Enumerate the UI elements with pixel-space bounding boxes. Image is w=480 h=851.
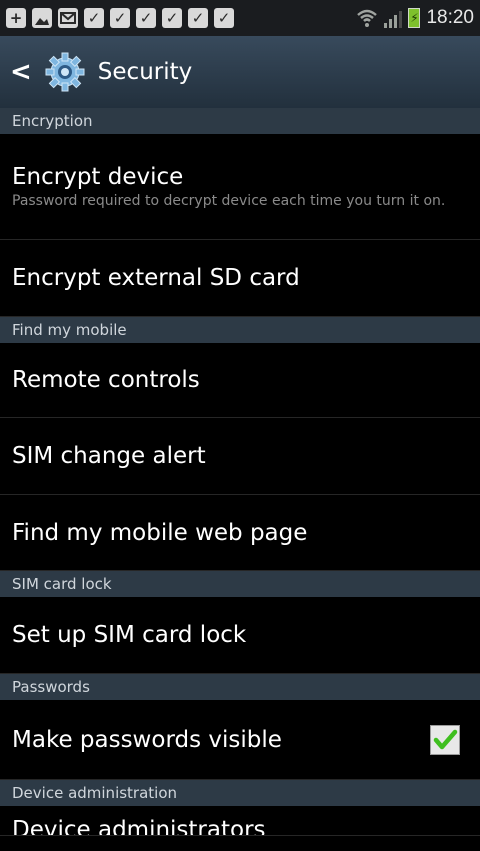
- encrypt-device-summary: Password required to decrypt device each…: [12, 192, 446, 209]
- check-icon: ✓: [214, 8, 234, 28]
- mail-icon: [58, 8, 78, 28]
- remote-controls-item[interactable]: Remote controls: [0, 343, 480, 418]
- sim-change-alert-item[interactable]: SIM change alert: [0, 418, 480, 495]
- gear-icon[interactable]: [44, 51, 86, 93]
- encrypt-device-item[interactable]: Encrypt device Password required to decr…: [0, 134, 480, 240]
- check-icon: ✓: [162, 8, 182, 28]
- section-device-administration: Device administration: [0, 780, 480, 806]
- encrypt-sd-card-label: Encrypt external SD card: [12, 265, 300, 291]
- encrypt-device-label: Encrypt device: [12, 163, 184, 190]
- section-encryption: Encryption: [0, 108, 480, 134]
- remote-controls-label: Remote controls: [12, 367, 200, 393]
- section-sim-card-lock: SIM card lock: [0, 571, 480, 597]
- check-icon: ✓: [136, 8, 156, 28]
- status-bar: + ✓ ✓ ✓ ✓ ✓ ✓ ⚡ 18:20: [0, 0, 480, 36]
- notification-icons: + ✓ ✓ ✓ ✓ ✓ ✓: [6, 8, 234, 28]
- make-passwords-visible-checkbox[interactable]: [430, 724, 460, 755]
- find-my-mobile-web-page-item[interactable]: Find my mobile web page: [0, 495, 480, 571]
- back-chevron-icon[interactable]: <: [10, 57, 32, 87]
- wifi-icon: [356, 8, 378, 28]
- action-bar: < Security: [0, 36, 480, 108]
- device-administrators-item[interactable]: Device administrators: [0, 806, 480, 836]
- set-up-sim-card-lock-label: Set up SIM card lock: [12, 622, 247, 648]
- signal-icon: [384, 8, 403, 28]
- encrypt-sd-card-item[interactable]: Encrypt external SD card: [0, 240, 480, 317]
- check-icon: ✓: [110, 8, 130, 28]
- make-passwords-visible-label: Make passwords visible: [12, 726, 282, 753]
- check-icon: ✓: [188, 8, 208, 28]
- image-icon: [32, 8, 52, 28]
- section-find-my-mobile: Find my mobile: [0, 317, 480, 343]
- clock: 18:20: [426, 7, 474, 28]
- device-administrators-label: Device administrators: [12, 816, 266, 836]
- sim-change-alert-label: SIM change alert: [12, 443, 206, 469]
- check-icon: [433, 729, 458, 749]
- page-title: Security: [97, 59, 193, 85]
- section-passwords: Passwords: [0, 674, 480, 700]
- plus-icon: +: [6, 8, 26, 28]
- make-passwords-visible-item[interactable]: Make passwords visible: [0, 700, 480, 780]
- check-icon: ✓: [84, 8, 104, 28]
- battery-icon: ⚡: [408, 8, 421, 28]
- find-my-mobile-web-page-label: Find my mobile web page: [12, 519, 308, 546]
- set-up-sim-card-lock-item[interactable]: Set up SIM card lock: [0, 597, 480, 674]
